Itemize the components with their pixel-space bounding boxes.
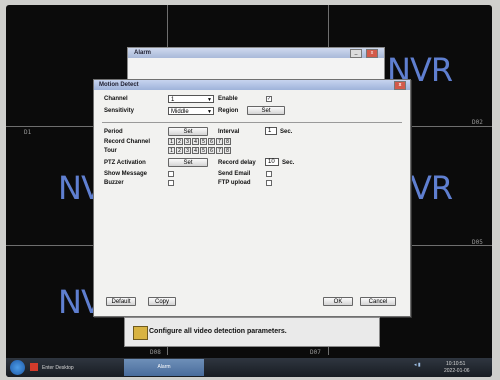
record-channel-label: Record Channel [104, 139, 151, 145]
default-button[interactable]: Default [106, 297, 136, 306]
interval-unit: Sec. [280, 129, 293, 135]
ok-button[interactable]: OK [323, 297, 353, 306]
show-message-checkbox[interactable] [168, 171, 174, 177]
separator [102, 122, 402, 123]
channel-label: D02 [472, 119, 483, 126]
cancel-button[interactable]: Cancel [360, 297, 396, 306]
channel-select[interactable]: 1 ▼ [168, 95, 214, 103]
sensitivity-select-value: Middle [171, 109, 189, 115]
record-delay-unit: Sec. [282, 160, 295, 166]
show-message-label: Show Message [104, 171, 148, 177]
tour-label: Tour [104, 148, 117, 154]
dialog-close-button[interactable]: x [394, 81, 406, 90]
record-channel-selector: 1 2 3 4 5 6 7 8 [168, 138, 232, 145]
record-channel-cell[interactable]: 5 [200, 138, 207, 145]
sensitivity-select[interactable]: Middle ▼ [168, 107, 214, 115]
tour-channel-cell[interactable]: 2 [176, 147, 183, 154]
channel-label: D1 [24, 129, 32, 136]
nvr-screen: NVR NVR NVR NVR D1 D02 D05 D07 D08 Alarm… [6, 5, 492, 377]
channel-select-value: 1 [171, 97, 175, 103]
ptz-set-button[interactable]: Set [168, 158, 208, 167]
tour-channel-cell[interactable]: 5 [200, 147, 207, 154]
taskbar: Enter Desktop Alarm ◂ ▮ 10:10:51 2022-01… [6, 358, 492, 377]
alarm-window-title: Alarm [128, 48, 384, 58]
settings-icon [133, 326, 148, 340]
buzzer-label: Buzzer [104, 180, 124, 186]
record-channel-cell[interactable]: 4 [192, 138, 199, 145]
ptz-activation-label: PTZ Activation [104, 160, 146, 166]
copy-button[interactable]: Copy [148, 297, 176, 306]
tour-channel-cell[interactable]: 7 [216, 147, 223, 154]
start-button[interactable] [10, 360, 25, 375]
tooltip-text: Configure all video detection parameters… [149, 328, 287, 335]
minimize-button[interactable]: _ [350, 49, 362, 58]
taskbar-item-enter-desktop[interactable]: Enter Desktop [42, 365, 74, 371]
tour-channel-cell[interactable]: 6 [208, 147, 215, 154]
record-delay-input[interactable]: 10 [265, 158, 279, 166]
close-button[interactable]: x [366, 49, 378, 58]
record-channel-cell[interactable]: 7 [216, 138, 223, 145]
ftp-upload-checkbox[interactable] [266, 180, 272, 186]
taskbar-item-alarm[interactable]: Alarm [124, 359, 204, 376]
channel-label: D05 [472, 239, 483, 246]
record-channel-cell[interactable]: 3 [184, 138, 191, 145]
motion-detect-dialog: Motion Detect x Channel 1 ▼ Enable ✓ Sen… [93, 79, 411, 317]
region-set-button[interactable]: Set [247, 106, 285, 115]
dialog-title: Motion Detect x [94, 80, 410, 90]
ftp-upload-label: FTP upload [218, 180, 251, 186]
record-channel-cell[interactable]: 6 [208, 138, 215, 145]
photo-background: NVR NVR NVR NVR D1 D02 D05 D07 D08 Alarm… [0, 0, 500, 380]
tour-channel-cell[interactable]: 4 [192, 147, 199, 154]
period-set-button[interactable]: Set [168, 127, 208, 136]
clock-time: 10:10:51 [446, 361, 466, 367]
clock-date: 2022-01-06 [444, 368, 470, 374]
period-label: Period [104, 129, 123, 135]
interval-input[interactable]: 1 [265, 127, 277, 135]
tray-icons[interactable]: ◂ ▮ [414, 362, 421, 368]
tour-channel-cell[interactable]: 3 [184, 147, 191, 154]
enable-label: Enable [218, 96, 238, 102]
buzzer-checkbox[interactable] [168, 180, 174, 186]
tour-channel-cell[interactable]: 1 [168, 147, 175, 154]
tour-channel-cell[interactable]: 8 [224, 147, 231, 154]
record-channel-cell[interactable]: 2 [176, 138, 183, 145]
region-label: Region [218, 108, 239, 114]
enable-checkbox[interactable]: ✓ [266, 96, 272, 102]
channel-label: D08 [150, 349, 161, 356]
channel-label: D07 [310, 349, 321, 356]
send-email-label: Send Email [218, 171, 251, 177]
dialog-title-text: Motion Detect [99, 82, 139, 88]
app-icon[interactable] [30, 363, 38, 371]
sensitivity-label: Sensitivity [104, 108, 135, 114]
send-email-checkbox[interactable] [266, 171, 272, 177]
chevron-down-icon: ▼ [207, 97, 212, 103]
chevron-down-icon: ▼ [207, 109, 212, 115]
status-tooltip: Configure all video detection parameters… [124, 317, 380, 347]
tour-channel-selector: 1 2 3 4 5 6 7 8 [168, 147, 232, 154]
interval-label: Interval [218, 129, 240, 135]
record-channel-cell[interactable]: 8 [224, 138, 231, 145]
record-delay-label: Record delay [218, 160, 256, 166]
channel-label: Channel [104, 96, 128, 102]
record-channel-cell[interactable]: 1 [168, 138, 175, 145]
